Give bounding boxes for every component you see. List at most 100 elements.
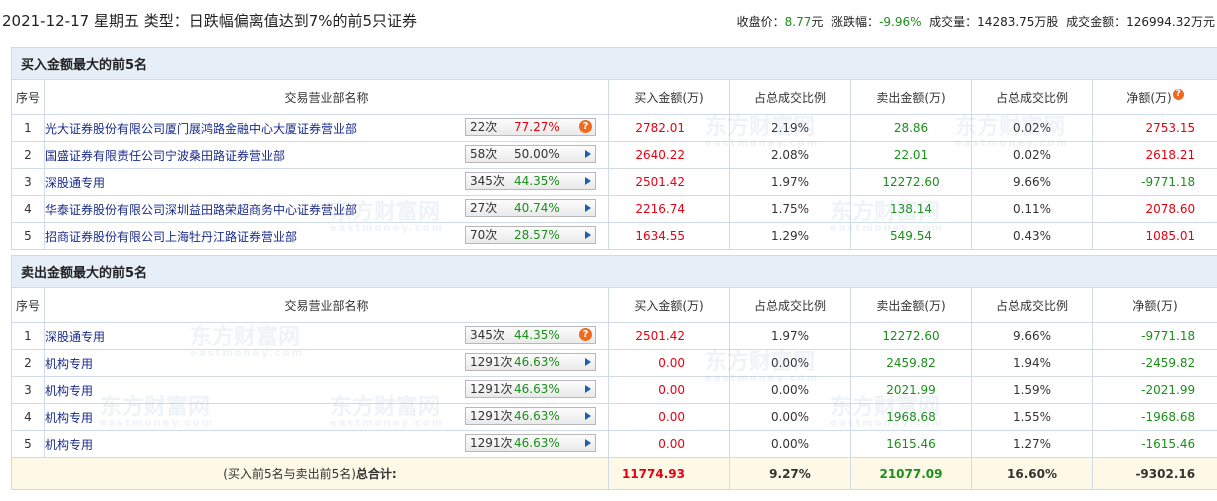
amount-label: 成交金额： xyxy=(1066,15,1127,29)
broker-cell: 华泰证券股份有限公司深圳益田路荣超商务中心证券营业部 27次 40.74% xyxy=(44,195,609,223)
broker-cell: 深股通专用 345次 44.35%? xyxy=(44,322,609,350)
col-sell: 卖出金额(万) xyxy=(850,287,972,323)
col-buy-pct: 占总成交比例 xyxy=(729,287,851,323)
total-label-bold: 总合计: xyxy=(355,467,397,481)
col-index: 序号 xyxy=(11,287,45,323)
broker-stat-tag[interactable]: 1291次 46.63% xyxy=(465,380,596,398)
col-buy: 买入金额(万) xyxy=(608,287,730,323)
col-net: 净额(万) xyxy=(1091,287,1217,323)
listing-count: 58次 xyxy=(470,147,498,161)
broker-stat-tag[interactable]: 345次 44.35%? xyxy=(465,326,596,344)
win-rate: 40.74% xyxy=(514,201,560,215)
amount-value: 126994.32万元 xyxy=(1126,15,1215,29)
listing-count: 1291次 xyxy=(470,382,513,396)
change-label: 涨跌幅： xyxy=(831,15,880,29)
broker-stat-tag[interactable]: 27次 40.74% xyxy=(465,199,596,217)
sell-amount: 549.54 xyxy=(850,222,972,250)
question-mark-badge-icon[interactable]: ? xyxy=(1172,88,1184,100)
row-index: 2 xyxy=(11,349,45,377)
buy-ratio: 2.19% xyxy=(729,114,851,142)
broker-stat-tag[interactable]: 1291次 46.63% xyxy=(465,407,596,425)
total-row: (买入前5名与卖出前5名)总合计: 11774.93 9.27% 21077.0… xyxy=(11,457,1217,490)
broker-name-link[interactable]: 深股通专用 xyxy=(46,328,106,345)
sell-amount: 2459.82 xyxy=(850,349,972,377)
table-row: 2 机构专用 1291次 46.63% 0.00 0.00% 2459.82 1.94% -24… xyxy=(11,349,1217,377)
listing-count: 345次 xyxy=(470,174,505,188)
sell-ratio: 0.02% xyxy=(971,114,1093,142)
volume-value: 14283.75万股 xyxy=(977,15,1059,29)
buy-amount: 0.00 xyxy=(608,430,730,458)
listing-count: 1291次 xyxy=(470,436,513,450)
total-sell: 21077.09 xyxy=(850,457,972,490)
play-arrow-icon[interactable] xyxy=(585,150,591,158)
listing-count: 1291次 xyxy=(470,409,513,423)
row-index: 4 xyxy=(11,403,45,431)
play-arrow-icon[interactable] xyxy=(585,385,591,393)
broker-stat-tag[interactable]: 1291次 46.63% xyxy=(465,434,596,452)
broker-cell: 招商证券股份有限公司上海牡丹江路证券营业部 70次 28.57% xyxy=(44,222,609,250)
broker-name-link[interactable]: 光大证券股份有限公司厦门展鸿路金融中心大厦证券营业部 xyxy=(46,120,358,137)
net-amount: -2021.99 xyxy=(1091,376,1217,404)
question-mark-badge-icon[interactable]: ? xyxy=(579,120,592,133)
question-mark-badge-icon[interactable]: ? xyxy=(579,328,592,341)
play-arrow-icon[interactable] xyxy=(585,412,591,420)
sell-ratio: 1.55% xyxy=(971,403,1093,431)
sell-amount: 28.86 xyxy=(850,114,972,142)
play-arrow-icon[interactable] xyxy=(585,439,591,447)
broker-name-link[interactable]: 华泰证券股份有限公司深圳益田路荣超商务中心证券营业部 xyxy=(46,201,358,218)
broker-stat-tag[interactable]: 1291次 46.63% xyxy=(465,353,596,371)
row-index: 3 xyxy=(11,376,45,404)
broker-stat-tag[interactable]: 70次 28.57% xyxy=(465,226,596,244)
row-index: 1 xyxy=(11,322,45,350)
buy-column-headers: 序号 交易营业部名称 买入金额(万) 占总成交比例 卖出金额(万) 占总成交比例… xyxy=(11,79,1217,115)
sell-ratio: 1.94% xyxy=(971,349,1093,377)
broker-name-link[interactable]: 机构专用 xyxy=(46,382,94,399)
broker-stat-tag[interactable]: 345次 44.35% xyxy=(465,172,596,190)
broker-stat-tag[interactable]: 58次 50.00% xyxy=(465,145,596,163)
buy-ratio: 1.29% xyxy=(729,222,851,250)
broker-name-link[interactable]: 深股通专用 xyxy=(46,174,106,191)
page-title: 2021-12-17 星期五 类型：日跌幅偏离值达到7%的前5只证券 xyxy=(2,12,418,30)
sell-amount: 138.14 xyxy=(850,195,972,223)
buy-ratio: 0.00% xyxy=(729,430,851,458)
buy-amount: 2640.22 xyxy=(608,141,730,169)
buy-amount: 2501.42 xyxy=(608,322,730,350)
net-amount: -1615.46 xyxy=(1091,430,1217,458)
buy-amount: 2782.01 xyxy=(608,114,730,142)
broker-name-link[interactable]: 国盛证券有限责任公司宁波桑田路证券营业部 xyxy=(46,147,286,164)
row-index: 4 xyxy=(11,195,45,223)
win-rate: 44.35% xyxy=(514,328,560,342)
col-net-label: 净额(万) xyxy=(1126,90,1172,105)
col-net: 净额(万)? xyxy=(1091,79,1217,115)
sell-ratio: 0.43% xyxy=(971,222,1093,250)
net-amount: 2618.21 xyxy=(1091,141,1217,169)
win-rate: 46.63% xyxy=(514,382,560,396)
broker-cell: 机构专用 1291次 46.63% xyxy=(44,403,609,431)
broker-name-link[interactable]: 机构专用 xyxy=(46,355,94,372)
buy-ratio: 0.00% xyxy=(729,403,851,431)
win-rate: 77.27% xyxy=(514,120,560,134)
broker-cell: 国盛证券有限责任公司宁波桑田路证券营业部 58次 50.00% xyxy=(44,141,609,169)
col-index: 序号 xyxy=(11,79,45,115)
table-row: 4 华泰证券股份有限公司深圳益田路荣超商务中心证券营业部 27次 40.74% 2216… xyxy=(11,195,1217,223)
win-rate: 46.63% xyxy=(514,409,560,423)
play-arrow-icon[interactable] xyxy=(585,204,591,212)
broker-stat-tag[interactable]: 22次 77.27%? xyxy=(465,118,596,136)
volume-label: 成交量： xyxy=(929,15,978,29)
net-amount: -1968.68 xyxy=(1091,403,1217,431)
broker-name-link[interactable]: 机构专用 xyxy=(46,409,94,426)
play-arrow-icon[interactable] xyxy=(585,358,591,366)
buy-amount: 1634.55 xyxy=(608,222,730,250)
listing-count: 345次 xyxy=(470,328,505,342)
table-row: 1 光大证券股份有限公司厦门展鸿路金融中心大厦证券营业部 22次 77.27%? 278… xyxy=(11,114,1217,142)
buy-amount: 2216.74 xyxy=(608,195,730,223)
total-net: -9302.16 xyxy=(1091,457,1217,490)
table-row: 3 机构专用 1291次 46.63% 0.00 0.00% 2021.99 1.59% -20… xyxy=(11,376,1217,404)
sell-ratio: 1.27% xyxy=(971,430,1093,458)
broker-name-link[interactable]: 招商证券股份有限公司上海牡丹江路证券营业部 xyxy=(46,228,298,245)
broker-name-link[interactable]: 机构专用 xyxy=(46,436,94,453)
table-row: 1 深股通专用 345次 44.35%? 2501.42 1.97% 12272.60 9.6… xyxy=(11,322,1217,350)
play-arrow-icon[interactable] xyxy=(585,231,591,239)
play-arrow-icon[interactable] xyxy=(585,177,591,185)
buy-ratio: 1.97% xyxy=(729,322,851,350)
